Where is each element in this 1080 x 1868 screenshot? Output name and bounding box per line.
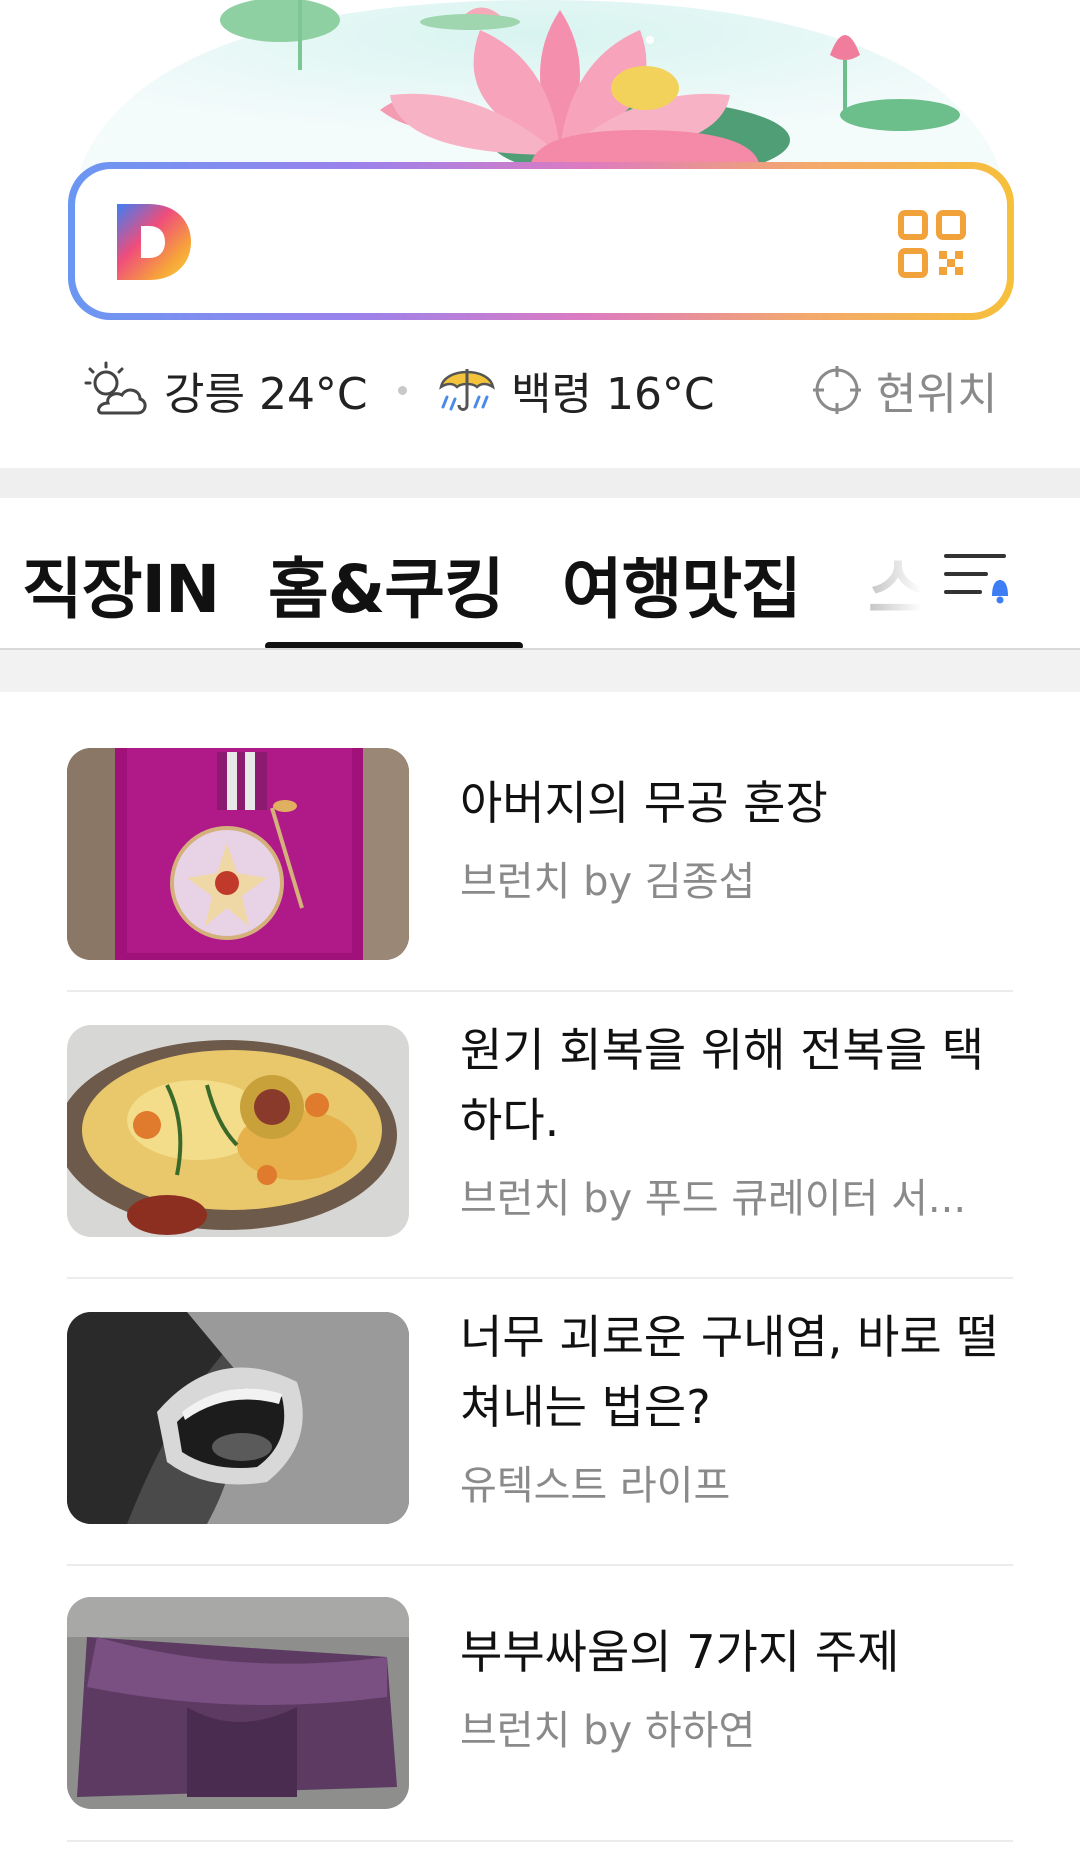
section-divider xyxy=(0,468,1080,498)
tab-travel-food[interactable]: 여행맛집 xyxy=(562,536,802,632)
open-mouth-photo xyxy=(67,1312,409,1524)
location-target-icon xyxy=(813,366,861,414)
article-thumbnail[interactable] xyxy=(67,1312,409,1524)
search-bar[interactable] xyxy=(68,162,1014,320)
article-title[interactable]: 부부싸움의 7가지 주제 xyxy=(460,1617,1020,1687)
weather-bar: 강릉 24°C 백령 16°C 현위치 xyxy=(0,350,1080,430)
list-divider xyxy=(67,1564,1013,1566)
list-divider xyxy=(67,990,1013,992)
article-title[interactable]: 원기 회복을 위해 전복을 택하다. xyxy=(460,1015,1020,1155)
umbrella-rain-icon xyxy=(439,369,495,411)
doodle-banner[interactable] xyxy=(0,0,1080,170)
list-divider xyxy=(67,1840,1013,1842)
weather-text-baengnyeong: 백령 16°C xyxy=(511,369,715,420)
article-source: 브런치 by 하하연 xyxy=(460,1708,756,1754)
article-source: 브런치 by 김종섭 xyxy=(460,859,756,905)
weather-item-baengnyeong[interactable]: 백령 16°C xyxy=(437,350,715,430)
article-source: 브런치 by 푸드 큐레이터 서... xyxy=(460,1176,967,1222)
purple-stool-photo xyxy=(67,1597,409,1809)
weather-text-gangneung: 강릉 24°C xyxy=(164,369,368,420)
search-input[interactable] xyxy=(75,169,1007,313)
article-thumbnail[interactable] xyxy=(67,1025,409,1237)
menu-notification-icon[interactable] xyxy=(940,548,1012,604)
article-thumbnail[interactable] xyxy=(67,748,409,960)
medal-photo xyxy=(67,748,409,960)
weather-item-gangneung[interactable]: 강릉 24°C xyxy=(80,350,368,430)
category-tabs: 직장IN 홈&쿠킹 여행맛집 스 xyxy=(0,498,1080,650)
tab-home-cooking[interactable]: 홈&쿠킹 xyxy=(268,536,505,632)
content-gap xyxy=(0,650,1080,692)
tab-jikjang-in[interactable]: 직장IN xyxy=(22,536,220,632)
lotus-illustration xyxy=(80,0,1000,170)
article-title[interactable]: 아버지의 무공 훈장 xyxy=(460,768,1020,838)
article-thumbnail[interactable] xyxy=(67,1597,409,1809)
article-title[interactable]: 너무 괴로운 구내염, 바로 떨쳐내는 법은? xyxy=(460,1302,1020,1442)
current-location-label: 현위치 xyxy=(876,369,998,420)
partly-cloudy-icon xyxy=(84,361,147,415)
article-source: 유텍스트 라이프 xyxy=(460,1463,731,1509)
weather-separator-dot xyxy=(398,386,407,395)
current-location-button[interactable]: 현위치 xyxy=(812,350,997,430)
abalone-dish-photo xyxy=(67,1025,409,1237)
list-divider xyxy=(67,1277,1013,1279)
qr-code-icon[interactable] xyxy=(897,209,967,279)
daum-d-logo[interactable] xyxy=(113,202,193,282)
